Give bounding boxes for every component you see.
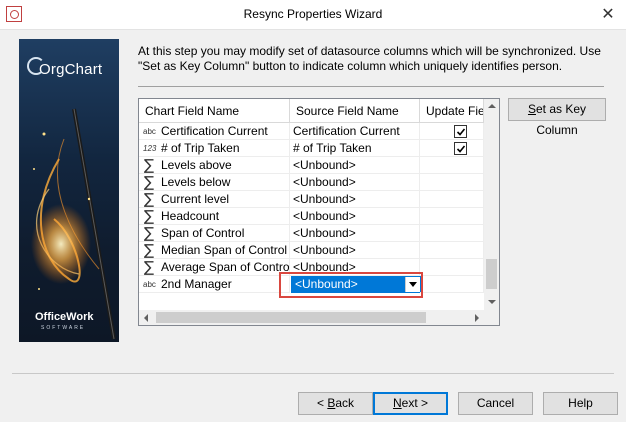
header-update-field[interactable]: Update Field <box>420 99 484 123</box>
update-field-cell[interactable] <box>420 259 484 276</box>
window-title: Resync Properties Wizard <box>243 7 383 21</box>
checkmark-icon <box>456 145 466 153</box>
update-field-cell[interactable] <box>420 174 484 191</box>
sigma-icon: ∑ <box>144 242 155 259</box>
grid-body: abc Certification Current Certification Cu… <box>139 123 484 310</box>
chart-field-name: Median Span of Control <box>161 243 288 257</box>
text-type-icon: abc <box>143 127 156 136</box>
number-type-icon: 123 <box>143 144 157 153</box>
chart-field-name: # of Trip Taken <box>161 141 240 155</box>
chevron-down-icon[interactable] <box>405 277 420 292</box>
update-field-cell[interactable] <box>420 276 484 293</box>
table-row[interactable]: ∑ Median Span of Control <Unbound> <box>139 242 484 259</box>
scroll-right-icon[interactable] <box>469 310 484 325</box>
chart-field-cell[interactable]: 123 # of Trip Taken <box>139 140 290 157</box>
update-checkbox[interactable] <box>454 125 467 138</box>
chart-field-cell[interactable]: ∑ Headcount <box>139 208 290 225</box>
chart-field-cell[interactable]: ∑ Current level <box>139 191 290 208</box>
chart-field-name: Span of Control <box>161 226 245 240</box>
chart-field-cell[interactable]: ∑ Span of Control <box>139 225 290 242</box>
update-field-cell[interactable] <box>420 191 484 208</box>
source-field-cell[interactable]: <Unbound> <box>290 174 420 191</box>
chart-field-cell[interactable]: ∑ Median Span of Control <box>139 242 290 259</box>
footer-divider <box>12 373 614 374</box>
sparkle-wand-graphic <box>31 108 116 340</box>
update-field-cell[interactable] <box>420 225 484 242</box>
update-field-cell[interactable] <box>420 242 484 259</box>
header-source-field-name[interactable]: Source Field Name <box>290 99 420 123</box>
dropdown-value: <Unbound> <box>295 277 358 291</box>
horizontal-scrollbar[interactable] <box>139 310 484 325</box>
update-field-cell[interactable] <box>420 123 484 140</box>
scroll-left-icon[interactable] <box>139 310 154 325</box>
sigma-icon: ∑ <box>144 259 155 276</box>
chart-field-name: Average Span of Control <box>161 260 290 274</box>
orgchart-logo: OrgChart <box>27 57 102 78</box>
scroll-up-icon[interactable] <box>484 99 499 114</box>
update-field-cell[interactable] <box>420 140 484 157</box>
table-row[interactable]: ∑ Headcount <Unbound> <box>139 208 484 225</box>
table-row[interactable]: ∑ Levels below <Unbound> <box>139 174 484 191</box>
source-field-cell[interactable]: <Unbound> <box>290 208 420 225</box>
sigma-icon: ∑ <box>144 208 155 225</box>
table-row[interactable]: abc 2nd Manager <Unbound> <box>139 276 484 293</box>
table-row[interactable]: ∑ Current level <Unbound> <box>139 191 484 208</box>
scroll-down-icon[interactable] <box>484 295 499 310</box>
chart-field-name: 2nd Manager <box>161 277 232 291</box>
chart-field-cell[interactable]: ∑ Average Span of Control <box>139 259 290 276</box>
sigma-icon: ∑ <box>144 191 155 208</box>
cancel-button[interactable]: Cancel <box>458 392 533 415</box>
scrollbar-corner <box>484 310 499 325</box>
update-field-cell[interactable] <box>420 208 484 225</box>
chart-field-name: Headcount <box>161 209 220 223</box>
source-field-cell[interactable]: <Unbound> <box>290 259 420 276</box>
table-row[interactable]: abc Certification Current Certification Cu… <box>139 123 484 140</box>
scroll-thumb-horizontal[interactable] <box>156 312 426 323</box>
back-button[interactable]: < Back <box>298 392 373 415</box>
chart-field-name: Certification Current <box>161 124 268 138</box>
close-icon[interactable]: ✕ <box>598 4 618 24</box>
set-as-key-column-button[interactable]: Set as Key Column <box>508 98 606 137</box>
update-checkbox[interactable] <box>454 142 467 155</box>
wizard-banner: OrgChart OfficeWork SOFTWARE <box>19 39 119 342</box>
source-field-cell[interactable]: Certification Current <box>290 123 420 140</box>
scroll-thumb[interactable] <box>486 259 497 289</box>
source-field-cell[interactable]: <Unbound> <box>290 242 420 259</box>
source-field-cell[interactable]: <Unbound> <box>290 191 420 208</box>
update-field-cell[interactable] <box>420 157 484 174</box>
sigma-icon: ∑ <box>144 157 155 174</box>
source-field-dropdown[interactable]: <Unbound> <box>291 276 421 293</box>
title-bar: Resync Properties Wizard ✕ <box>0 0 626 30</box>
chart-field-cell[interactable]: abc Certification Current <box>139 123 290 140</box>
chart-field-cell[interactable]: ∑ Levels above <box>139 157 290 174</box>
chart-field-name: Levels above <box>161 158 232 172</box>
sigma-icon: ∑ <box>144 225 155 242</box>
officework-logo: OfficeWork <box>35 311 94 323</box>
field-mapping-grid[interactable]: Chart Field Name Source Field Name Updat… <box>138 98 500 326</box>
table-row[interactable]: ∑ Average Span of Control <Unbound> <box>139 259 484 276</box>
table-row[interactable]: ∑ Levels above <Unbound> <box>139 157 484 174</box>
chart-field-cell[interactable]: abc 2nd Manager <box>139 276 290 293</box>
vertical-scrollbar[interactable] <box>484 99 499 310</box>
chart-field-name: Levels below <box>161 175 231 189</box>
instructions-text: At this step you may modify set of datas… <box>138 44 601 73</box>
text-type-icon: abc <box>143 280 156 289</box>
source-field-cell[interactable]: <Unbound> <box>290 225 420 242</box>
checkmark-icon <box>456 128 466 136</box>
help-button[interactable]: Help <box>543 392 618 415</box>
chart-field-name: Current level <box>161 192 230 206</box>
header-chart-field-name[interactable]: Chart Field Name <box>139 99 290 123</box>
logo-swirl-icon <box>27 57 45 75</box>
source-field-cell[interactable]: <Unbound> <box>290 157 420 174</box>
next-button[interactable]: Next > <box>373 392 448 415</box>
grid-header: Chart Field Name Source Field Name Updat… <box>139 99 484 123</box>
table-row[interactable]: 123 # of Trip Taken # of Trip Taken <box>139 140 484 157</box>
sigma-icon: ∑ <box>144 174 155 191</box>
table-row[interactable]: ∑ Span of Control <Unbound> <box>139 225 484 242</box>
source-field-cell[interactable]: # of Trip Taken <box>290 140 420 157</box>
chart-field-cell[interactable]: ∑ Levels below <box>139 174 290 191</box>
divider <box>138 86 604 87</box>
officework-subtitle: SOFTWARE <box>41 325 86 331</box>
